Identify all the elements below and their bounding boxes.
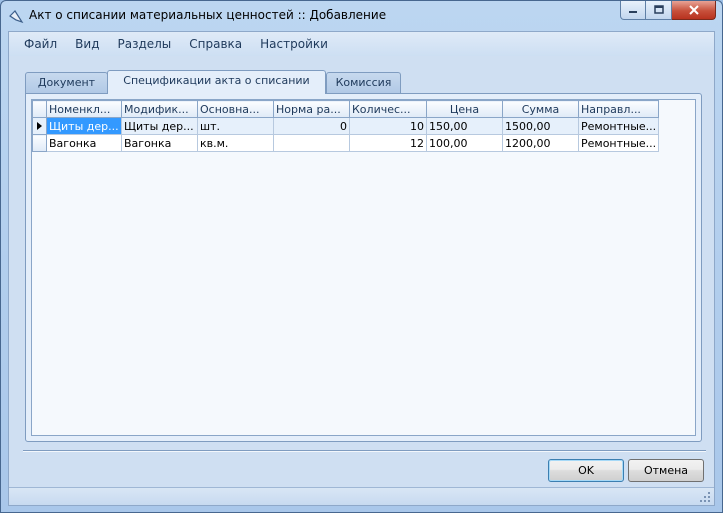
app-icon (9, 10, 24, 24)
menu-view-label: Вид (75, 37, 100, 51)
specifications-grid[interactable]: Номенкл... Модифик... Основна... Норма р… (31, 99, 696, 436)
specifications-table: Номенкл... Модифик... Основна... Норма р… (32, 100, 660, 152)
tab-document-label: Документ (37, 76, 96, 89)
row-selector[interactable] (32, 134, 47, 152)
minimize-icon (629, 11, 637, 13)
maximize-icon (653, 5, 664, 14)
grid-cell[interactable]: Вагонка (46, 134, 122, 152)
menu-help-label: Справка (189, 37, 243, 51)
cancel-button[interactable]: Отмена (628, 459, 704, 482)
tab-specifications-label: Спецификации акта о списании (123, 74, 310, 87)
menu-help[interactable]: Справка (180, 37, 251, 51)
column-header-quantity[interactable]: Количес... (349, 100, 427, 118)
size-grip-icon[interactable] (699, 491, 711, 503)
grid-cell[interactable]: Щиты дер... (46, 117, 122, 135)
minimize-button[interactable] (620, 1, 646, 20)
grid-cell[interactable]: Ремонтные... (577, 117, 660, 135)
grid-cell[interactable]: 0 (273, 117, 350, 135)
grid-cell[interactable]: 100,00 (426, 134, 503, 152)
column-header-price[interactable]: Цена (426, 100, 503, 118)
menu-sections[interactable]: Разделы (108, 37, 180, 51)
menu-file[interactable]: Файл (15, 37, 66, 51)
grid-cell[interactable]: 10 (349, 117, 427, 135)
row-pointer-icon (37, 122, 42, 130)
grid-cell[interactable]: 12 (349, 134, 427, 152)
grid-cell[interactable]: 1200,00 (502, 134, 579, 152)
grid-cell[interactable]: Ремонтные... (577, 134, 660, 152)
column-header-nomenclature[interactable]: Номенкл... (46, 100, 122, 118)
menu-settings[interactable]: Настройки (251, 37, 337, 51)
menu-sections-label: Разделы (117, 37, 172, 51)
maximize-button[interactable] (646, 1, 672, 20)
tab-commission[interactable]: Комиссия (326, 72, 401, 93)
tab-specifications[interactable]: Спецификации акта о списании (107, 70, 326, 94)
client-area: Файл Вид Разделы Справка Настройки Докум… (8, 31, 715, 506)
close-button[interactable] (672, 1, 716, 20)
menu-view[interactable]: Вид (66, 37, 108, 51)
column-header-norm[interactable]: Норма ра... (273, 100, 350, 118)
grid-cell[interactable]: Вагонка (121, 134, 198, 152)
row-selector[interactable] (32, 117, 47, 135)
status-bar (9, 487, 714, 505)
grid-cell[interactable]: 150,00 (426, 117, 503, 135)
table-row[interactable]: Щиты дер... Щиты дер... шт. 0 10 150,00 … (32, 117, 660, 135)
grid-header-row: Номенкл... Модифик... Основна... Норма р… (32, 100, 660, 118)
column-header-main-unit[interactable]: Основна... (197, 100, 274, 118)
menu-file-label: Файл (24, 37, 58, 51)
main-window: Акт о списании материальных ценностей ::… (0, 0, 723, 513)
grid-cell[interactable]: шт. (197, 117, 274, 135)
table-row[interactable]: Вагонка Вагонка кв.м. 12 100,00 1200,00 … (32, 134, 660, 152)
row-header-corner (32, 100, 47, 118)
tab-document[interactable]: Документ (25, 72, 108, 93)
close-icon (688, 5, 699, 15)
menu-settings-label: Настройки (260, 37, 328, 51)
grid-cell[interactable]: Щиты дер... (121, 117, 198, 135)
ok-button[interactable]: OK (548, 459, 624, 482)
column-header-modification[interactable]: Модифик... (121, 100, 198, 118)
grid-cell[interactable]: кв.м. (197, 134, 274, 152)
menu-bar: Файл Вид Разделы Справка Настройки (9, 32, 714, 56)
title-bar[interactable]: Акт о списании материальных ценностей ::… (1, 1, 722, 31)
footer-separator (23, 450, 706, 452)
window-title: Акт о списании материальных ценностей ::… (29, 8, 387, 22)
column-header-sum[interactable]: Сумма (502, 100, 579, 118)
tab-commission-label: Комиссия (335, 76, 392, 89)
column-header-direction[interactable]: Направл... (577, 100, 660, 118)
tab-panel-specifications: Номенкл... Модифик... Основна... Норма р… (25, 93, 702, 442)
grid-cell[interactable] (273, 134, 350, 152)
grid-cell[interactable]: 1500,00 (502, 117, 579, 135)
